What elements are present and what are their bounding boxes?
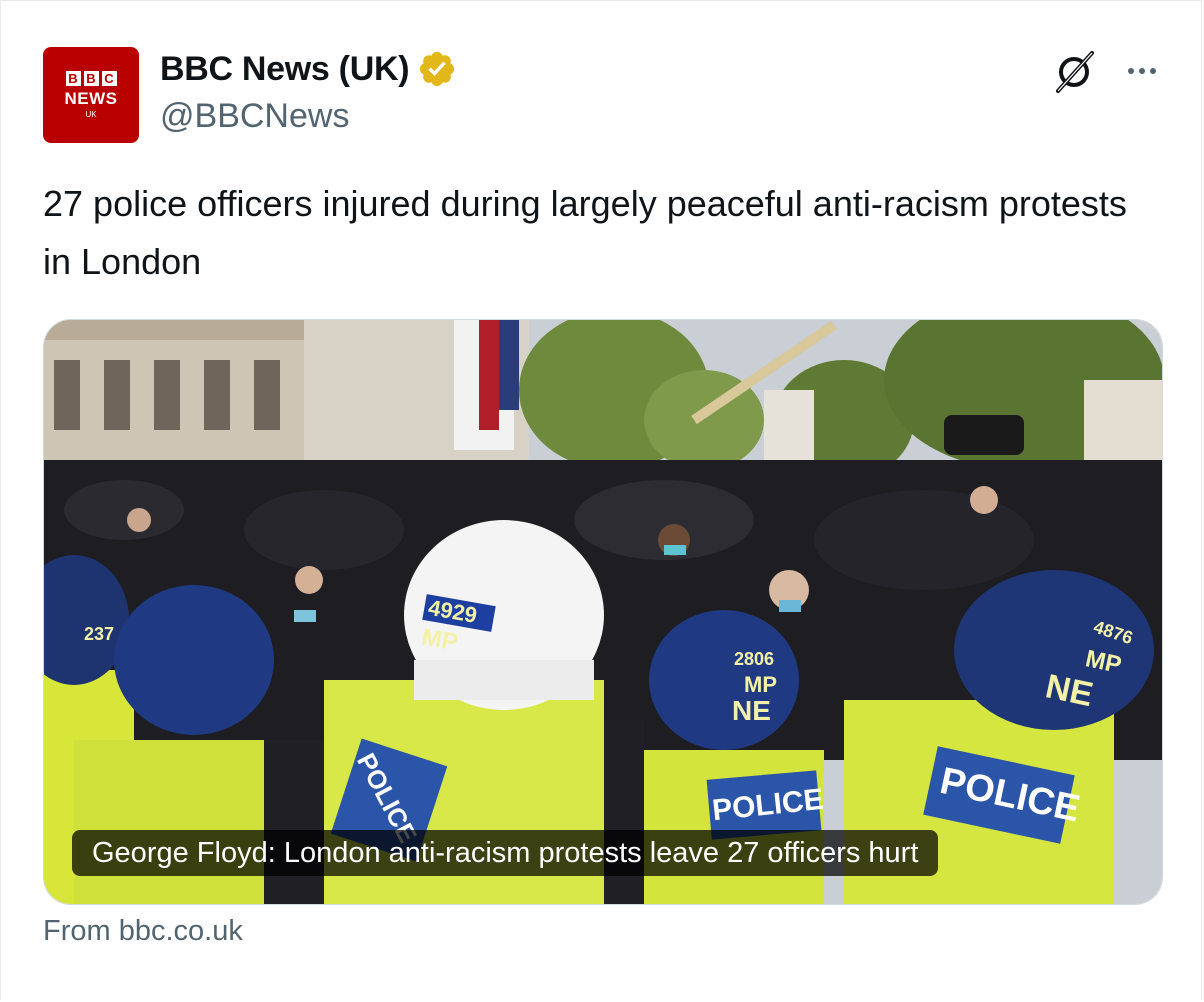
grok-icon[interactable] [1051,49,1097,95]
protest-photo: POLICE POLICE POLICE 4929 2806 4876 237 … [44,320,1162,904]
bbc-logo: B B C [65,70,117,86]
link-card-media[interactable]: POLICE POLICE POLICE 4929 2806 4876 237 … [43,319,1163,905]
display-name[interactable]: BBC News (UK) [160,50,410,89]
helmet-number: 237 [84,624,114,644]
avatar[interactable]: B B C NEWS UK [43,47,139,143]
logo-block: C [101,70,117,86]
helmet-letters: NE [732,695,771,726]
tweet-text: 27 police officers injured during largel… [43,183,1127,282]
helmet-letters: MP [744,672,777,697]
user-handle[interactable]: @BBCNews [160,97,349,136]
helmet-number: 2806 [734,649,774,669]
verified-badge-icon [420,51,455,87]
more-options-icon[interactable] [1119,53,1165,89]
logo-news-text: NEWS [64,88,118,108]
logo-block: B [65,70,81,86]
logo-uk-text: UK [85,109,97,119]
link-card-title[interactable]: George Floyd: London anti-racism protest… [72,830,939,876]
author-name-row: BBC News (UK) [160,49,457,89]
logo-block: B [83,70,99,86]
link-source[interactable]: From bbc.co.uk [43,915,243,948]
tweet-card: B B C NEWS UK BBC News (UK) @BBCNews 27 … [0,0,1202,1000]
